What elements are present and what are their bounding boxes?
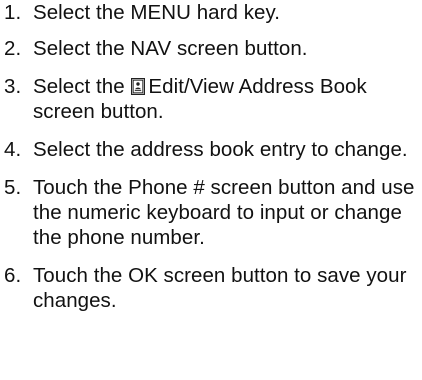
step-3: 3. Select the Edit/View Address Book scr… — [0, 74, 422, 124]
step-number: 2. — [4, 37, 22, 60]
step-number: 1. — [4, 1, 22, 24]
step-number: 3. — [4, 75, 22, 98]
step-number: 6. — [4, 264, 22, 287]
step-6: 6. Touch the OK screen button to save yo… — [0, 263, 422, 313]
address-book-icon — [131, 76, 146, 96]
step-text-container: Select the Edit/View Address Book screen… — [33, 74, 422, 124]
step-text: Select the NAV screen button. — [33, 37, 308, 60]
step-text: Touch the Phone # screen button and use … — [33, 176, 415, 249]
step-5: 5. Touch the Phone # screen button and u… — [0, 175, 422, 250]
step-4: 4. Select the address book entry to chan… — [0, 137, 422, 162]
step-1: 1. Select the MENU hard key. — [0, 0, 422, 25]
instruction-steps: 1. Select the MENU hard key. 2. Select t… — [0, 0, 422, 313]
step-text: Touch the OK screen button to save your … — [33, 264, 407, 312]
step-text: Select the address book entry to change. — [33, 138, 408, 161]
step-number: 4. — [4, 138, 22, 161]
step-2: 2. Select the NAV screen button. — [0, 36, 422, 61]
step-text: Select the MENU hard key. — [33, 1, 280, 24]
step-text: Select the — [33, 75, 125, 98]
step-number: 5. — [4, 176, 22, 199]
